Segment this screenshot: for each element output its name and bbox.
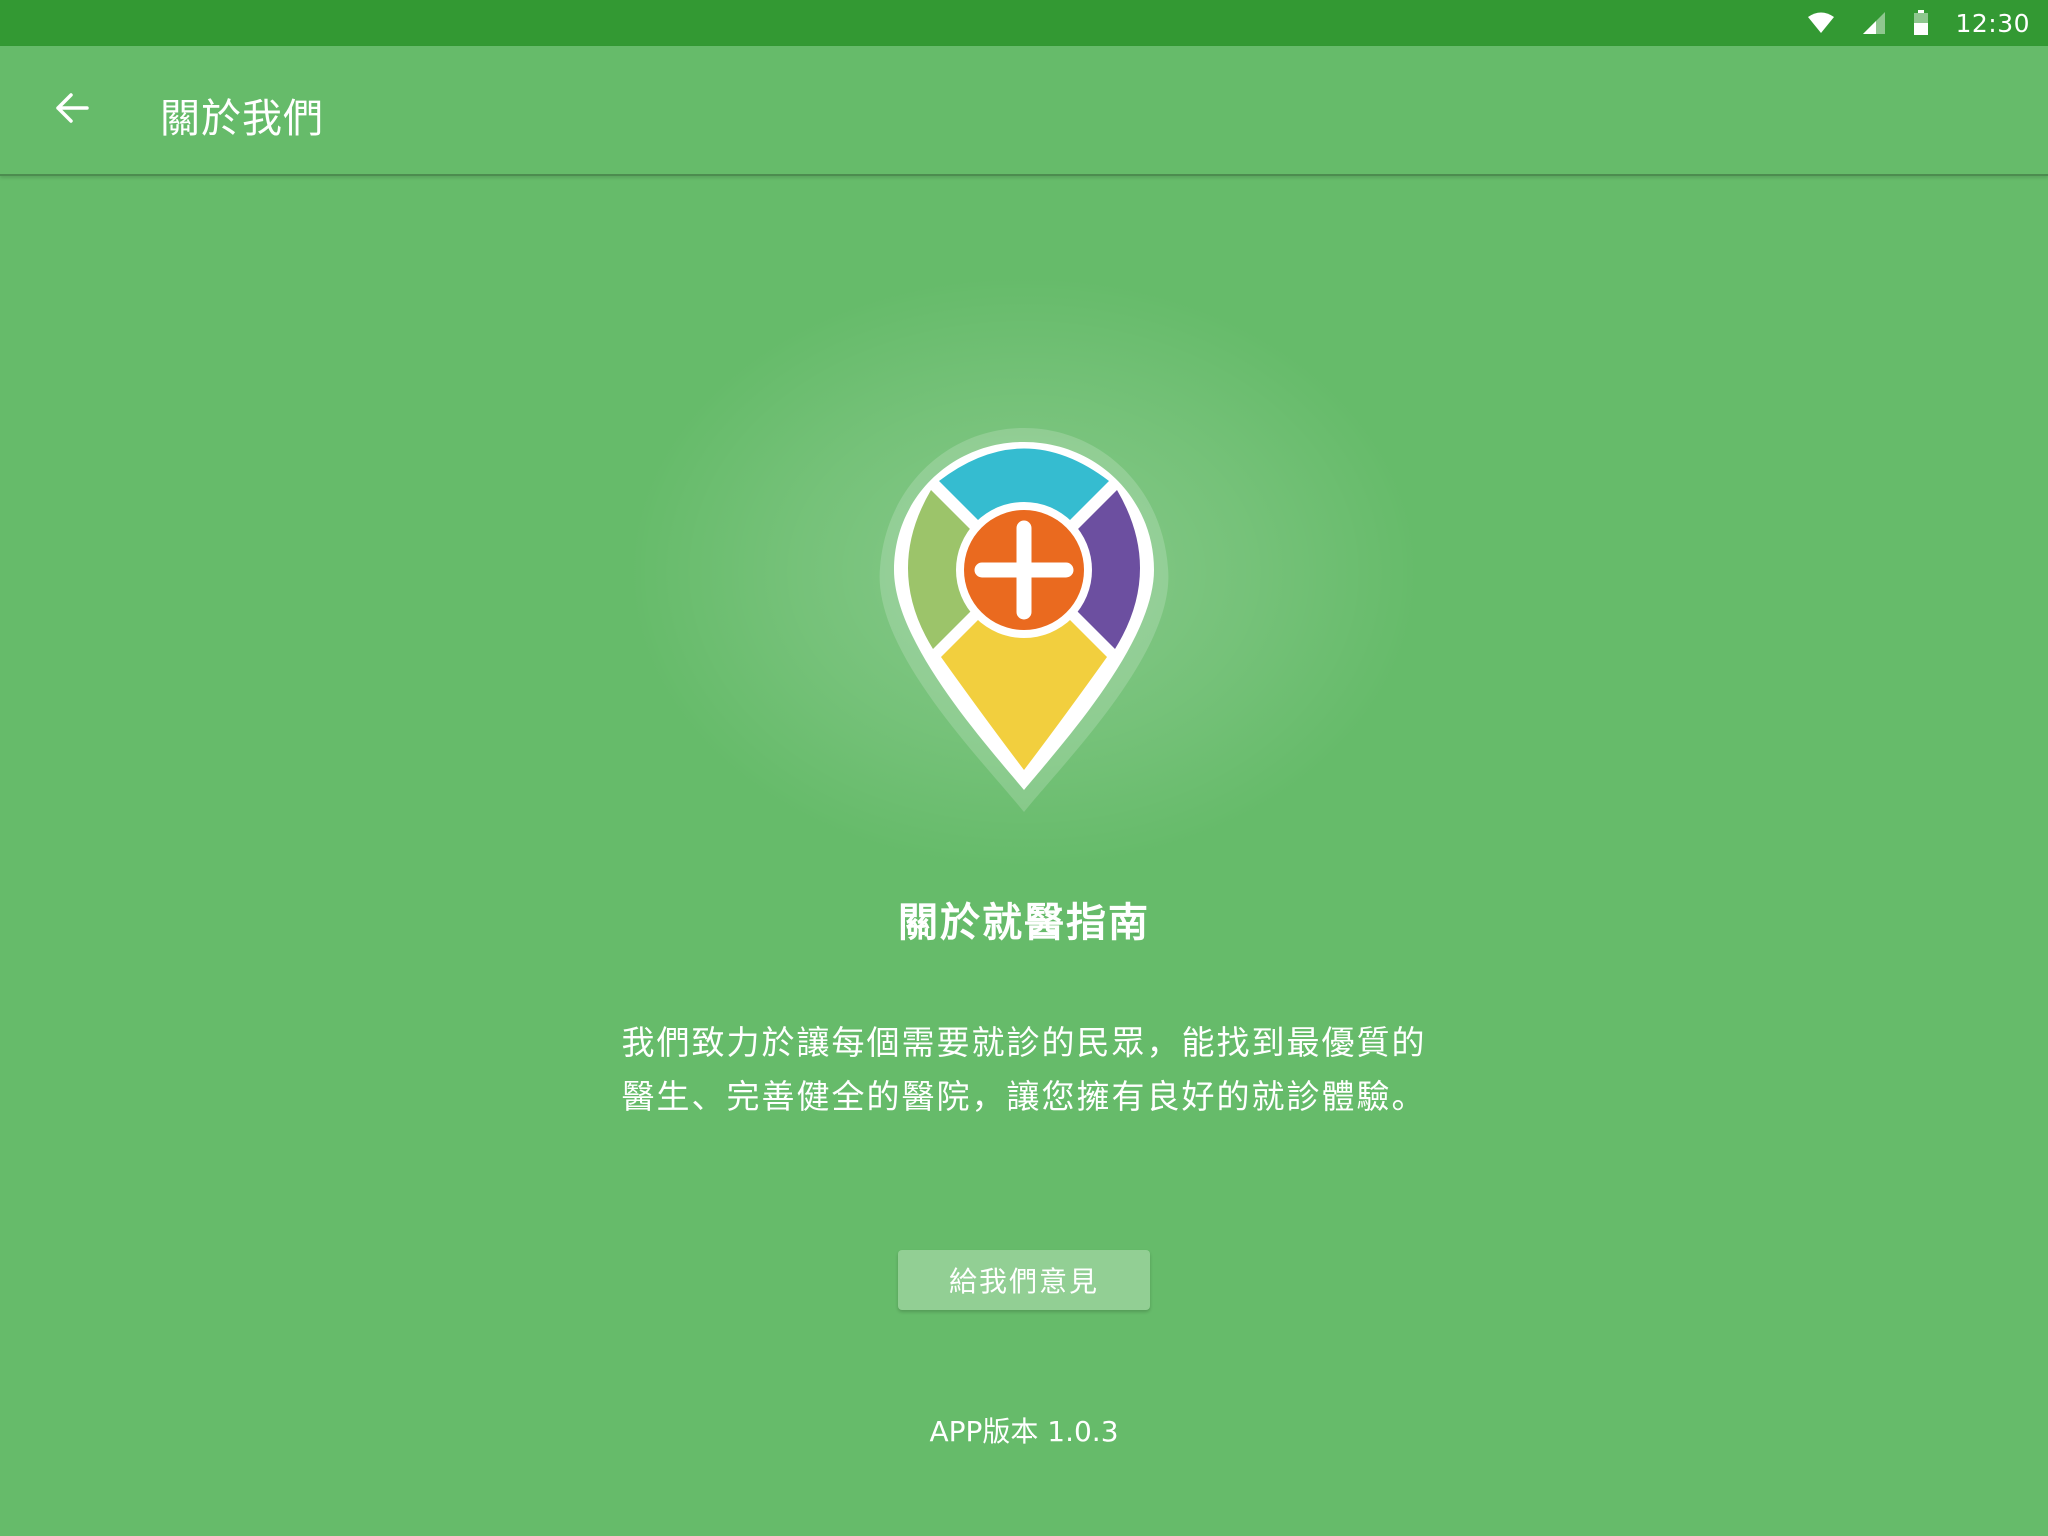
signal-icon: [1863, 12, 1886, 34]
status-icons: 12:30: [1807, 0, 2030, 46]
back-button[interactable]: [40, 76, 104, 140]
app-toolbar: 關於我們: [0, 46, 2048, 176]
app-version: APP版本 1.0.3: [929, 1415, 1119, 1448]
description-line: 我們致力於讓每個需要就診的民眾，能找到最優質的: [621, 1023, 1427, 1062]
status-bar: 12:30: [0, 0, 2048, 46]
app-logo-pin-icon: [879, 428, 1169, 812]
arrow-left-icon: [56, 93, 89, 123]
feedback-button[interactable]: 給我們意見: [898, 1250, 1150, 1310]
description-line: 醫生、完善健全的醫院，讓您擁有良好的就診體驗。: [621, 1077, 1427, 1116]
about-description: 我們致力於讓每個需要就診的民眾，能找到最優質的 醫生、完善健全的醫院，讓您擁有良…: [574, 1016, 1474, 1124]
battery-icon: [1914, 10, 1929, 35]
status-time: 12:30: [1955, 8, 2030, 38]
page-title: 關於我們: [160, 96, 324, 142]
wifi-icon: [1808, 12, 1835, 33]
about-title: 關於就醫指南: [898, 900, 1150, 946]
